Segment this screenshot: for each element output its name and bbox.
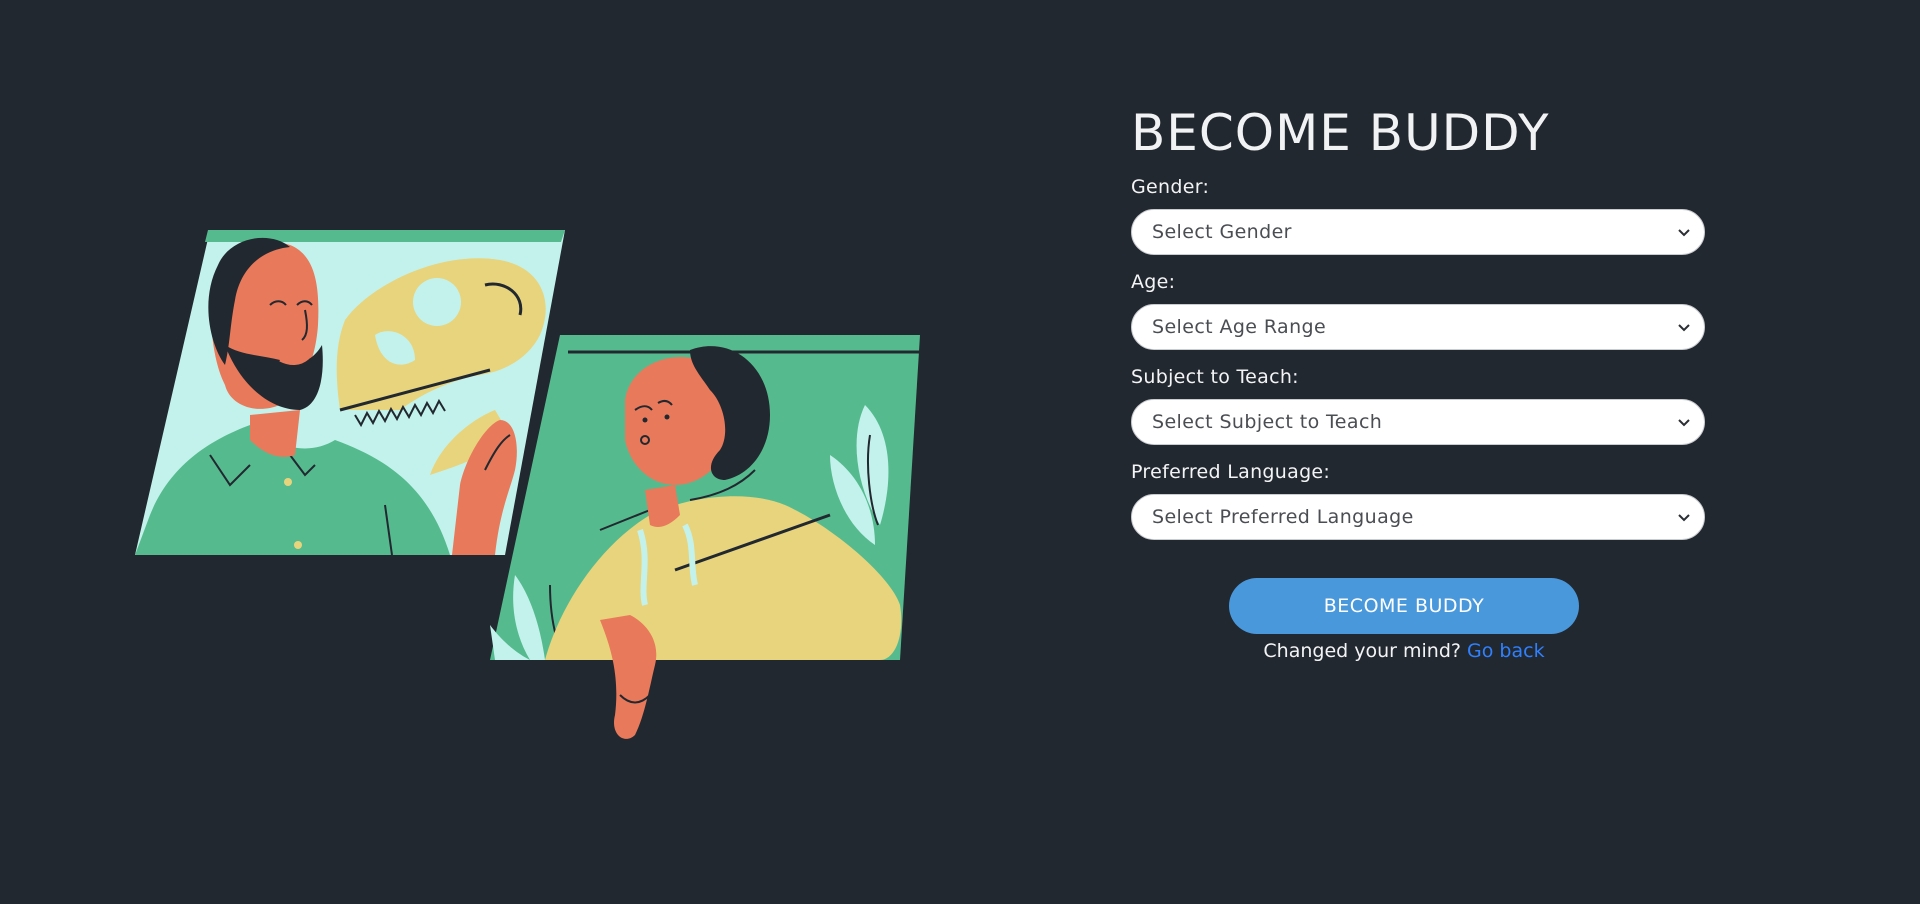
become-buddy-button[interactable]: BECOME BUDDY	[1229, 578, 1579, 634]
right-video-panel	[490, 335, 920, 739]
gender-select[interactable]: Select Gender	[1131, 209, 1705, 255]
language-select-value: Select Preferred Language	[1152, 506, 1414, 528]
left-video-panel	[135, 230, 565, 556]
change-mind-line: Changed your mind? Go back	[1117, 640, 1691, 662]
become-buddy-page: BECOME BUDDY Gender: Select Gender Age: …	[0, 0, 1920, 904]
chevron-down-icon	[1678, 514, 1690, 522]
language-select[interactable]: Select Preferred Language	[1131, 494, 1705, 540]
gender-select-value: Select Gender	[1152, 221, 1292, 243]
age-label: Age:	[1131, 271, 1176, 293]
go-back-link[interactable]: Go back	[1467, 640, 1545, 662]
change-mind-text: Changed your mind?	[1263, 640, 1461, 662]
subject-select[interactable]: Select Subject to Teach	[1131, 399, 1705, 445]
chevron-down-icon	[1678, 419, 1690, 427]
language-label: Preferred Language:	[1131, 461, 1331, 483]
subject-select-value: Select Subject to Teach	[1152, 411, 1383, 433]
become-buddy-form: BECOME BUDDY Gender: Select Gender Age: …	[1131, 100, 1705, 662]
chevron-down-icon	[1678, 229, 1690, 237]
age-select-value: Select Age Range	[1152, 316, 1327, 338]
subject-label: Subject to Teach:	[1131, 366, 1299, 388]
age-select[interactable]: Select Age Range	[1131, 304, 1705, 350]
chevron-down-icon	[1678, 324, 1690, 332]
page-title: BECOME BUDDY	[1131, 104, 1550, 162]
gender-label: Gender:	[1131, 176, 1210, 198]
video-call-illustration	[135, 230, 920, 739]
